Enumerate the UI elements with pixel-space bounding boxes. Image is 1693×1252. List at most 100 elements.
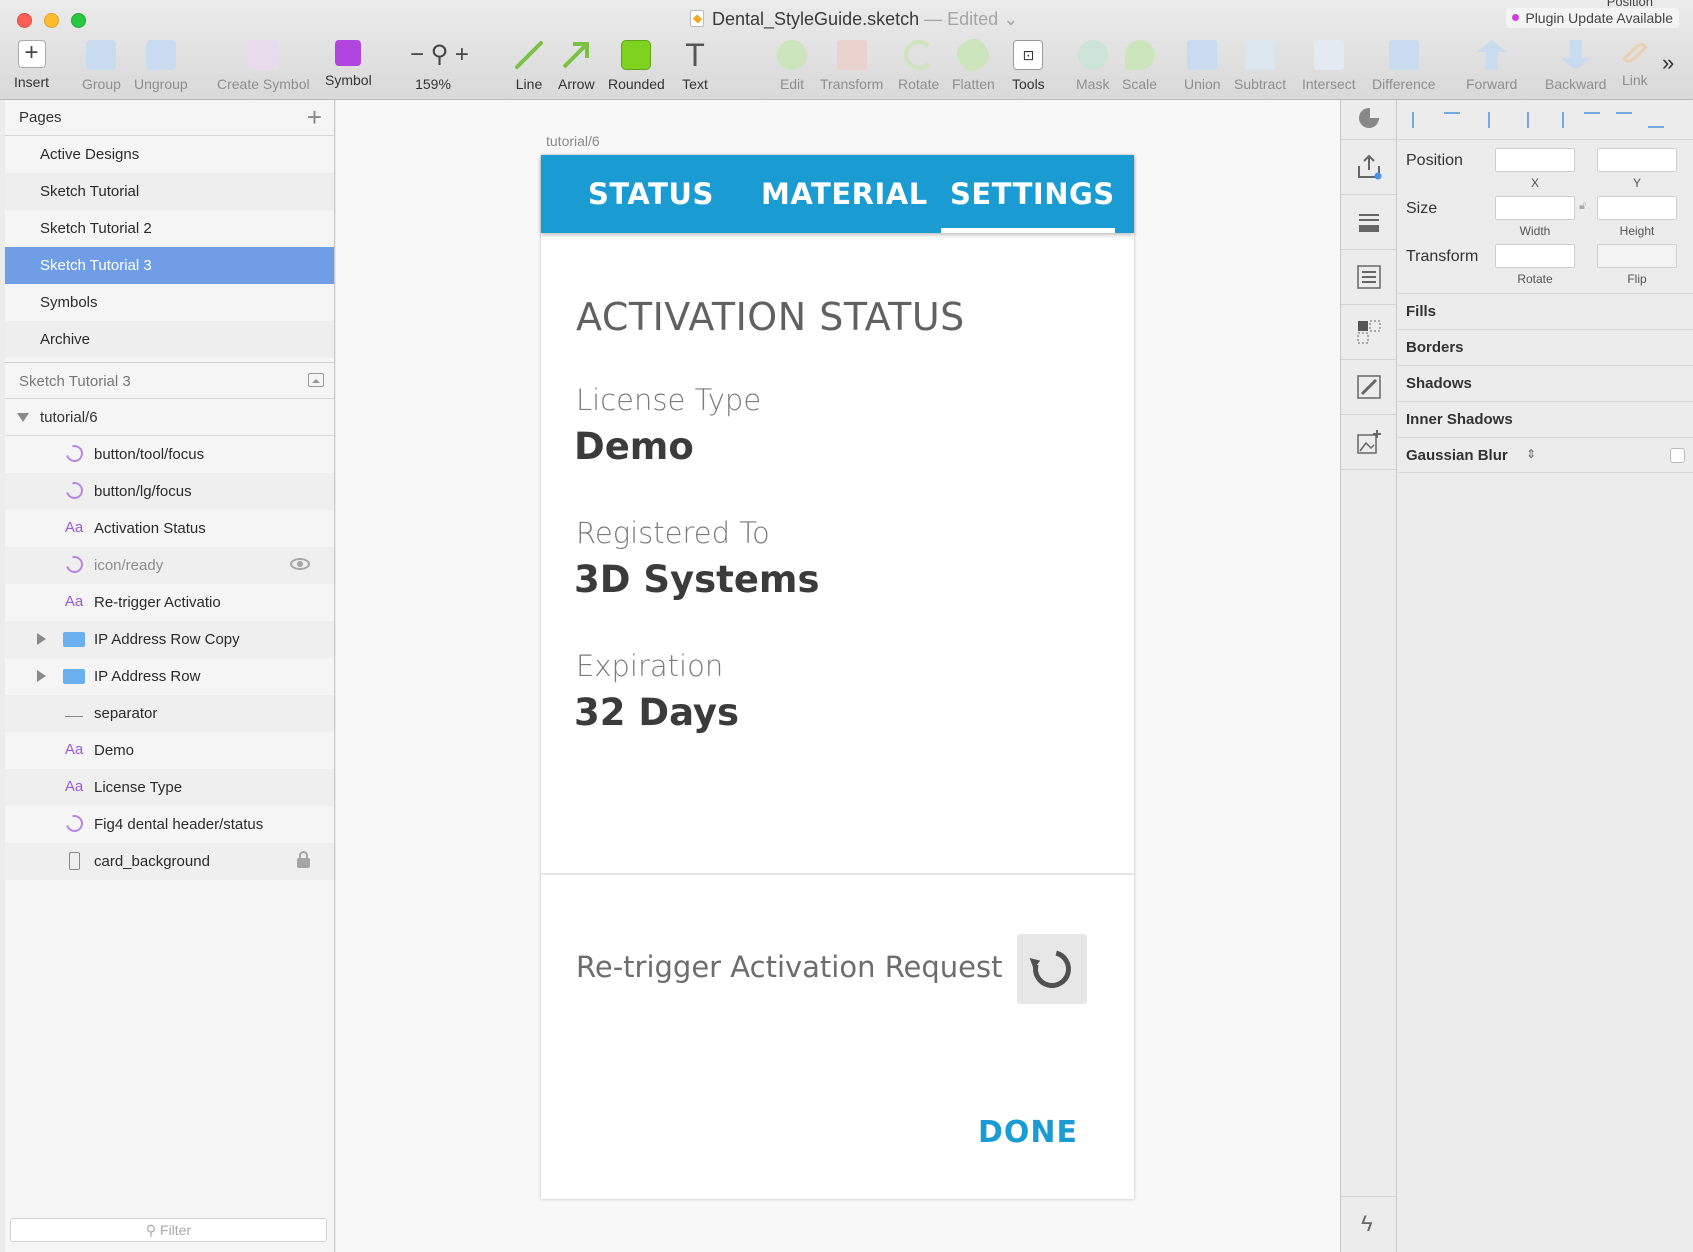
stepper-icon[interactable]: ⇕ — [1526, 447, 1536, 461]
layer-row[interactable]: button/tool/focus — [5, 436, 334, 473]
arrow-button[interactable]: Arrow — [558, 40, 595, 92]
fills-section[interactable]: Fills — [1398, 293, 1693, 329]
backward-button[interactable]: Backward — [1545, 40, 1606, 92]
shadows-section[interactable]: Shadows — [1398, 365, 1693, 401]
layer-row-hidden[interactable]: icon/ready — [5, 547, 334, 584]
page-item-selected[interactable]: Sketch Tutorial 3 — [5, 247, 334, 284]
width-input[interactable] — [1495, 196, 1575, 220]
disclosure-triangle-icon[interactable] — [17, 413, 29, 422]
lock-icon[interactable] — [297, 851, 310, 872]
line-icon — [514, 40, 544, 70]
transform-button[interactable]: Transform — [820, 40, 883, 92]
list-button[interactable] — [1341, 250, 1396, 305]
inner-shadows-section[interactable]: Inner Shadows — [1398, 401, 1693, 437]
blur-checkbox[interactable] — [1670, 448, 1685, 463]
prototype-button[interactable] — [1341, 360, 1396, 415]
rounded-button[interactable]: Rounded — [608, 40, 665, 92]
add-page-button[interactable]: + — [307, 102, 322, 133]
done-button[interactable]: DONE — [978, 1115, 1078, 1150]
link-button[interactable]: Link — [1622, 40, 1648, 88]
fullscreen-window-button[interactable] — [71, 13, 86, 28]
forward-button[interactable]: Forward — [1466, 40, 1517, 92]
tab-material[interactable]: MATERIAL — [761, 177, 928, 211]
layout-button[interactable] — [1341, 195, 1396, 250]
flip-buttons[interactable] — [1597, 244, 1677, 268]
page-item[interactable]: Archive — [5, 321, 334, 358]
style-tab-button[interactable] — [1341, 100, 1396, 140]
distribute-horizontal-icon[interactable] — [1412, 112, 1428, 128]
flatten-button[interactable]: Flatten — [952, 34, 995, 92]
distribute-vertical-icon[interactable] — [1444, 112, 1460, 128]
artboard-layer-row[interactable]: tutorial/6 — [5, 399, 334, 436]
rotate-button[interactable]: Rotate — [898, 40, 939, 92]
layer-row[interactable]: IP Address Row Copy — [5, 621, 334, 658]
align-left-icon[interactable] — [1488, 112, 1504, 128]
collapse-layers-icon[interactable] — [308, 373, 324, 387]
canvas[interactable]: tutorial/6 STATUS MATERIAL SETTINGS ACTI… — [336, 100, 1340, 1252]
symbols-grid-button[interactable] — [1341, 305, 1396, 360]
close-window-button[interactable] — [17, 13, 32, 28]
borders-section[interactable]: Borders — [1398, 329, 1693, 365]
minimize-window-button[interactable] — [44, 13, 59, 28]
plugin-update-badge[interactable]: Plugin Update Available — [1506, 8, 1679, 28]
text-button[interactable]: T Text — [680, 39, 710, 92]
line-button[interactable]: Line — [514, 40, 544, 92]
page-item[interactable]: Active Designs — [5, 136, 334, 173]
rotate-input[interactable] — [1495, 244, 1575, 268]
gaussian-blur-section[interactable]: Gaussian Blur ⇕ — [1398, 437, 1693, 473]
ungroup-button[interactable]: Ungroup — [134, 40, 188, 92]
tab-settings[interactable]: SETTINGS — [950, 177, 1115, 211]
zoom-control[interactable]: − ⚲ + 159% — [410, 40, 469, 92]
intersect-button[interactable]: Intersect — [1302, 40, 1356, 92]
layer-row[interactable]: separator — [5, 695, 334, 732]
layer-row[interactable]: card_background — [5, 843, 334, 880]
page-item[interactable]: Sketch Tutorial — [5, 173, 334, 210]
symbol-button[interactable]: Symbol — [325, 40, 372, 88]
disclosure-triangle-icon[interactable] — [37, 633, 46, 645]
align-middle-icon[interactable] — [1616, 112, 1632, 121]
document-title[interactable]: Dental_StyleGuide.sketch — Edited ⌄ — [690, 9, 1018, 30]
layer-row[interactable]: Aa Re-trigger Activatio — [5, 584, 334, 621]
align-bottom-icon[interactable] — [1648, 112, 1664, 128]
difference-button[interactable]: Difference — [1372, 40, 1436, 92]
scale-button[interactable]: Scale — [1122, 40, 1157, 92]
export-button[interactable] — [1341, 140, 1396, 195]
more-toolbar-button[interactable]: » — [1662, 50, 1674, 76]
group-button[interactable]: Group — [82, 40, 121, 92]
eye-icon[interactable] — [290, 557, 310, 574]
pen-edit-icon — [1356, 374, 1382, 400]
layer-row[interactable]: IP Address Row — [5, 658, 334, 695]
artboard-title[interactable]: tutorial/6 — [546, 133, 600, 149]
layer-row[interactable]: Aa License Type — [5, 769, 334, 806]
layer-row[interactable]: Fig4 dental header/status — [5, 806, 334, 843]
page-item[interactable]: Sketch Tutorial 2 — [5, 210, 334, 247]
layer-row[interactable]: Aa Activation Status — [5, 510, 334, 547]
disclosure-triangle-icon[interactable] — [37, 670, 46, 682]
layers-header: Sketch Tutorial 3 — [5, 363, 334, 399]
layer-row[interactable]: button/lg/focus — [5, 473, 334, 510]
create-symbol-button[interactable]: Create Symbol — [217, 40, 310, 92]
lock-ratio-icon[interactable]: 🔓︎ — [1579, 200, 1586, 213]
align-center-icon[interactable] — [1520, 112, 1529, 128]
union-button[interactable]: Union — [1184, 40, 1221, 92]
position-y-input[interactable] — [1597, 148, 1677, 172]
mask-button[interactable]: Mask — [1076, 40, 1109, 92]
activation-card[interactable]: STATUS MATERIAL SETTINGS ACTIVATION STAT… — [541, 155, 1134, 1199]
retrigger-button[interactable] — [1017, 934, 1087, 1004]
layer-filter-input[interactable]: ⚲ Filter — [10, 1218, 327, 1242]
edit-shape-icon — [777, 40, 807, 70]
subtract-button[interactable]: Subtract — [1234, 40, 1286, 92]
edit-button[interactable]: Edit — [777, 40, 807, 92]
align-right-icon[interactable] — [1548, 112, 1564, 128]
align-top-icon[interactable] — [1584, 112, 1600, 128]
add-image-button[interactable] — [1341, 415, 1396, 470]
tools-button[interactable]: ⊡ Tools — [1012, 40, 1045, 92]
tab-status[interactable]: STATUS — [588, 177, 714, 211]
rotate-caption: Rotate — [1517, 272, 1553, 286]
position-x-input[interactable] — [1495, 148, 1575, 172]
layer-row[interactable]: Aa Demo — [5, 732, 334, 769]
actions-button[interactable]: ϟ — [1341, 1196, 1396, 1252]
insert-button[interactable]: + Insert — [14, 40, 49, 90]
height-input[interactable] — [1597, 196, 1677, 220]
page-item[interactable]: Symbols — [5, 284, 334, 321]
